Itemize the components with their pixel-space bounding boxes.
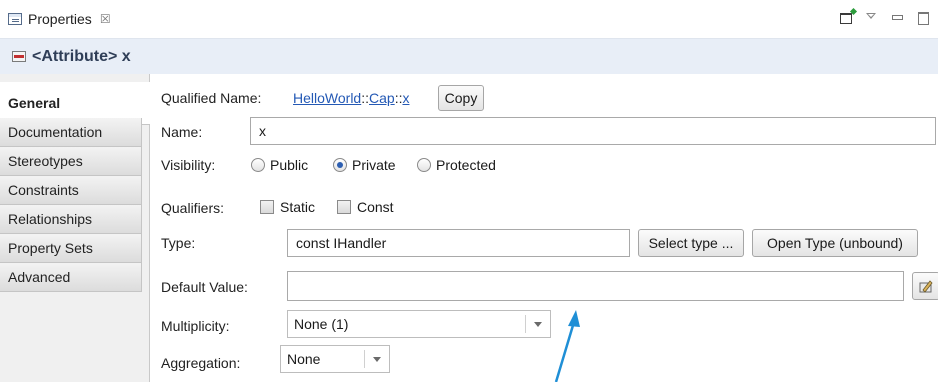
visibility-private-radio[interactable]: Private [333,157,396,173]
qualified-name-link-cap[interactable]: Cap [369,90,395,106]
tab-label: Documentation [8,124,103,140]
qualified-name-label: Qualified Name: [161,90,262,106]
visibility-label: Visibility: [161,157,216,173]
tab-label: General [8,95,61,111]
visibility-public-radio[interactable]: Public [251,157,308,173]
tab-advanced[interactable]: Advanced [0,263,142,292]
qualifiers-label: Qualifiers: [161,200,225,216]
checkbox-label: Static [280,199,316,215]
name-label: Name: [161,124,203,140]
radio-button-icon [251,158,265,172]
expression-editor-button[interactable] [912,272,938,300]
attribute-icon [12,51,26,62]
view-tab-label: Properties [28,11,92,27]
checkbox-icon [260,200,274,214]
expression-editor-icon [919,280,933,293]
type-label: Type: [161,235,196,251]
view-menu-icon[interactable] [864,10,878,24]
radio-button-selected-icon [333,158,347,172]
const-checkbox[interactable]: Const [337,199,394,215]
tab-documentation[interactable]: Documentation [0,118,142,147]
tab-label: Stereotypes [8,153,83,169]
default-value-label: Default Value: [161,279,248,295]
qualified-name-path: HelloWorld::Cap::x [293,90,409,106]
properties-view-icon [8,13,22,25]
radio-label: Protected [436,157,496,173]
visibility-protected-radio[interactable]: Protected [417,157,496,173]
chevron-down-icon [526,311,550,337]
tab-constraints[interactable]: Constraints [0,176,142,205]
open-type-button[interactable]: Open Type (unbound) [752,229,918,257]
name-field[interactable]: x [250,117,936,145]
multiplicity-label: Multiplicity: [161,318,230,334]
properties-view-tab[interactable]: Properties ☒ [0,0,140,38]
multiplicity-value: None (1) [294,316,349,332]
aggregation-label: Aggregation: [161,355,241,371]
qualified-name-separator: :: [361,90,369,106]
copy-button[interactable]: Copy [438,85,484,111]
view-tab-bar: Properties ☒ [0,0,938,38]
tab-property-sets[interactable]: Property Sets [0,234,142,263]
tab-label: Advanced [8,269,71,285]
radio-button-icon [417,158,431,172]
checkbox-label: Const [357,199,394,215]
radio-label: Private [352,157,396,173]
type-field[interactable]: const IHandler [287,229,630,257]
qualified-name-link-helloworld[interactable]: HelloWorld [293,90,361,106]
tab-stereotypes[interactable]: Stereotypes [0,147,142,176]
aggregation-dropdown[interactable]: None [280,345,390,373]
maximize-icon[interactable] [916,10,930,25]
close-icon[interactable]: ☒ [100,12,111,26]
tab-relationships[interactable]: Relationships [0,205,142,234]
tab-label: Relationships [8,211,93,227]
chevron-down-icon [365,346,389,372]
qualified-name-link-x[interactable]: x [402,90,409,106]
default-value-field[interactable] [287,271,904,301]
minimize-icon[interactable] [890,10,904,24]
general-form: Qualified Name: HelloWorld::Cap::x Copy … [150,74,938,382]
select-type-button[interactable]: Select type ... [638,229,744,257]
static-checkbox[interactable]: Static [260,199,315,215]
tab-label: Property Sets [8,240,93,256]
checkbox-icon [337,200,351,214]
page-title: <Attribute> x [32,47,131,65]
radio-label: Public [270,157,309,173]
aggregation-value: None [287,351,321,367]
property-tabs: General Documentation Stereotypes Constr… [0,74,151,382]
multiplicity-dropdown[interactable]: None (1) [287,310,551,338]
properties-title-header: <Attribute> x [0,38,938,74]
tab-label: Constraints [8,182,79,198]
new-window-icon[interactable] [840,12,852,24]
view-toolbar [840,10,930,25]
